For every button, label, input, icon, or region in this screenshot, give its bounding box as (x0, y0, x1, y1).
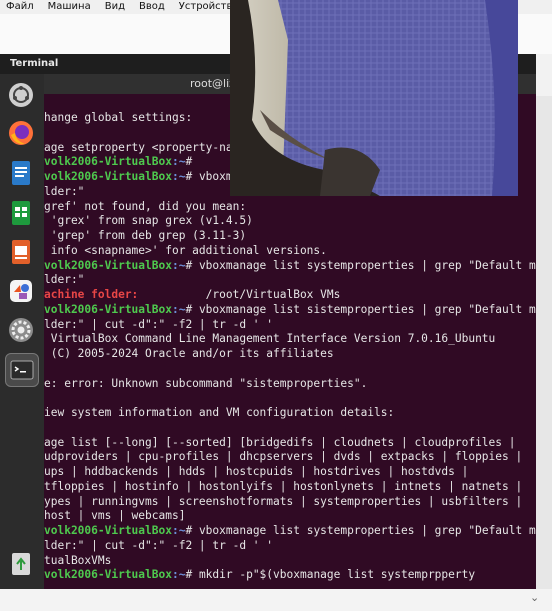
prompt-path: :~ (171, 568, 186, 582)
terminal-line: info <snapname>' for additional versions… (44, 243, 327, 258)
terminal-text: # mkdir -p"$(vboxmanage list systemprppe… (185, 568, 476, 582)
terminal-text: hange global settings: (44, 111, 193, 124)
active-app-title[interactable]: Terminal (10, 58, 58, 69)
writer-icon (12, 161, 30, 185)
terminal-text: # vboxmanage list systemproperties | gre… (185, 524, 536, 537)
terminal-line: lder:" | cut -d":" -f2 | tr -d ' ' (44, 317, 273, 332)
prompt-user: volk2006-VirtualBox (44, 302, 172, 316)
settings-icon (9, 318, 33, 342)
terminal-line: achine folder: /root/VirtualBox VMs (44, 287, 340, 302)
host-menu-item[interactable]: Файл (0, 0, 42, 14)
terminal-text: e: error: Unknown subcommand "sistemprop… (44, 376, 368, 390)
terminal-text: 'grex' from snap grex (v1.4.5) (44, 214, 253, 228)
terminal-line: volk2006-VirtualBox:~# mkdir -p"$(vboxma… (44, 567, 475, 582)
terminal-line: (C) 2005-2024 Oracle and/or its affiliat… (44, 346, 334, 361)
terminal-text: age list [--long] [--sorted] [bridgedifs… (44, 435, 516, 449)
host-menu-item[interactable]: Ввод (133, 0, 173, 14)
host-window-edge (536, 54, 552, 596)
terminal-text: lder:" (44, 184, 85, 198)
prompt-user: volk2006-VirtualBox (44, 170, 172, 183)
terminal-text: tfloppies | hostinfo | hostonlyifs | hos… (44, 479, 523, 493)
prompt-path: :~ (171, 302, 186, 316)
host-menu-item[interactable]: Вид (99, 0, 133, 14)
terminal-line: gref' not found, did you mean: (44, 199, 246, 214)
ubuntu-software-icon (9, 83, 33, 107)
terminal-text: udproviders | cpu-profiles | dhcpservers… (44, 450, 523, 464)
terminal-text: # vboxmanage list systemproperties | gre… (185, 258, 536, 272)
terminal-line: volk2006-VirtualBox:~# vboxmanage list s… (44, 302, 536, 317)
app-center-button[interactable] (5, 275, 37, 307)
firefox-icon (9, 121, 33, 145)
terminal-text: (C) 2005-2024 Oracle and/or its affiliat… (44, 347, 334, 360)
terminal-line: tualBoxVMs (44, 553, 111, 568)
terminal-text: # vboxm (185, 170, 233, 183)
terminal-text: tualBoxVMs (44, 553, 112, 567)
terminal-text: host | vms | webcams] (44, 509, 186, 523)
terminal-line: VirtualBox Command Line Management Inter… (44, 331, 496, 346)
terminal-line: volk2006-VirtualBox:~# (44, 154, 199, 169)
terminal-line: host | vms | webcams] (44, 508, 185, 523)
prompt-user: volk2006-VirtualBox (44, 258, 172, 272)
prompt-user: volk2006-VirtualBox (44, 568, 172, 582)
terminal-line: age setproperty <property-na (44, 140, 233, 155)
terminal-line: udproviders | cpu-profiles | dhcpservers… (44, 449, 522, 464)
terminal-text: age setproperty <property-na (44, 140, 233, 154)
webcam-overlay-image (230, 0, 518, 196)
settings-button[interactable] (5, 314, 37, 346)
terminal-line: iew system information and VM configurat… (44, 405, 394, 420)
terminal-text: VirtualBox Command Line Management Inter… (44, 332, 496, 346)
terminal-text: lder:" (44, 273, 85, 287)
terminal-line: ups | hddbackends | hdds | hostcpuids | … (44, 464, 468, 479)
ubuntu-software-button[interactable] (5, 79, 37, 111)
libreoffice-calc-button[interactable] (5, 197, 37, 229)
terminal-line: e: error: Unknown subcommand "sistemprop… (44, 376, 367, 391)
app-center-icon (10, 280, 32, 302)
terminal-text: /root/VirtualBox VMs (138, 288, 341, 301)
terminal-line: volk2006-VirtualBox:~# vboxm (44, 169, 233, 184)
terminal-line: lder:" | cut -d":" -f2 | tr -d ' ' (44, 538, 273, 553)
terminal-line: volk2006-VirtualBox:~# vboxmanage list s… (44, 523, 536, 538)
libreoffice-impress-button[interactable] (5, 236, 37, 268)
impress-icon (12, 240, 30, 264)
trash-button[interactable] (5, 548, 37, 580)
prompt-user: volk2006-VirtualBox (44, 524, 172, 537)
terminal-line: 'grep' from deb grep (3.11-3) (44, 228, 246, 243)
terminal-text: lder:" | cut -d":" -f2 | tr -d ' ' (44, 317, 274, 331)
prompt-path: :~ (171, 155, 186, 169)
terminal-icon (10, 360, 34, 380)
terminal-line: age list [--long] [--sorted] [bridgedifs… (44, 435, 515, 450)
prompt-path: :~ (171, 258, 186, 272)
host-menu-item[interactable]: Машина (42, 0, 99, 14)
terminal-text: iew system information and VM configurat… (44, 406, 395, 419)
host-status-bar: ⌄ (0, 589, 552, 611)
calc-icon (12, 201, 30, 225)
terminal-text: ups | hddbackends | hdds | hostcpuids | … (44, 465, 469, 478)
firefox-button[interactable] (5, 117, 37, 149)
terminal-text: # vboxmanage list sistemproperties | gre… (185, 302, 536, 316)
dock (0, 74, 44, 589)
prompt-path: :~ (171, 170, 186, 183)
prompt-path: :~ (171, 524, 186, 537)
terminal-line: lder:" (44, 272, 84, 287)
terminal-line: volk2006-VirtualBox:~# vboxmanage list s… (44, 258, 536, 273)
terminal-line: ypes | runningvms | screenshotformats | … (44, 494, 522, 509)
trash-icon (12, 553, 30, 575)
prompt-user: volk2006-VirtualBox (44, 155, 172, 169)
terminal-text: # (185, 155, 199, 169)
grep-match: achine folder: (44, 288, 139, 301)
terminal-title: root@liz (190, 77, 235, 90)
libreoffice-writer-button[interactable] (5, 157, 37, 189)
terminal-text: lder:" | cut -d":" -f2 | tr -d ' ' (44, 538, 274, 552)
terminal-line: tfloppies | hostinfo | hostonlyifs | hos… (44, 479, 522, 494)
terminal-line: hange global settings: (44, 110, 192, 125)
chevron-down-icon[interactable]: ⌄ (530, 591, 539, 604)
terminal-text: ypes | runningvms | screenshotformats | … (44, 494, 523, 508)
terminal-text: info <snapname>' for additional versions… (44, 243, 327, 257)
terminal-line: lder:" (44, 184, 84, 199)
terminal-text: gref' not found, did you mean: (44, 199, 247, 213)
terminal-button[interactable] (5, 353, 39, 387)
terminal-line: 'grex' from snap grex (v1.4.5) (44, 213, 253, 228)
terminal-text: 'grep' from deb grep (3.11-3) (44, 229, 247, 242)
